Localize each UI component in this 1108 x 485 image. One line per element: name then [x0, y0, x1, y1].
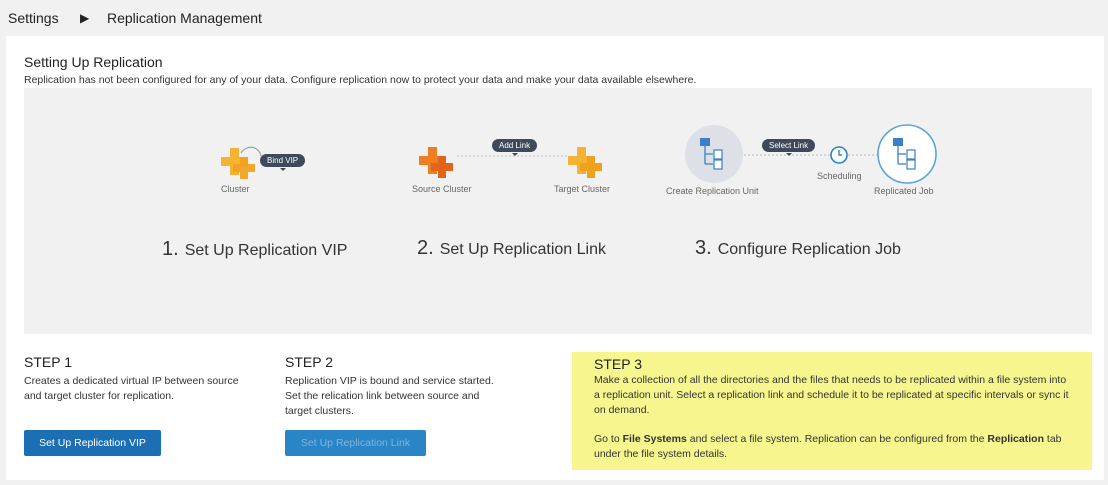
bind-vip-pill: Bind VIP [260, 154, 306, 171]
add-link-pill: Add Link [492, 139, 538, 156]
step1-heading: STEP 1 [24, 354, 72, 370]
replication-tab-ref: Replication [987, 433, 1044, 445]
breadcrumb-separator-icon: ▶ [80, 11, 90, 25]
set-up-replication-link-button: Set Up Replication Link [285, 430, 426, 456]
breadcrumb-current: Replication Management [107, 10, 262, 26]
step3-number: 3. [695, 237, 712, 259]
cluster-caption: Cluster [221, 184, 250, 194]
replication-unit-icon [685, 125, 743, 183]
step3-panel: STEP 3 Make a collection of all the dire… [572, 352, 1092, 470]
step3-diagram-label: 3. Configure Replication Job [695, 237, 901, 260]
source-cluster-icon [419, 147, 453, 178]
step3-note: Go to File Systems and select a file sys… [594, 432, 1074, 462]
step1-description: Creates a dedicated virtual IP between s… [24, 375, 239, 402]
set-up-replication-vip-button[interactable]: Set Up Replication VIP [24, 430, 161, 456]
step2-number: 2. [417, 237, 434, 259]
replicated-job-icon [877, 124, 937, 184]
breadcrumb: Settings ▶ Replication Management [0, 0, 1108, 36]
step2-diagram-text: Set Up Replication Link [439, 241, 606, 258]
job-link-line [744, 154, 884, 156]
source-cluster-caption: Source Cluster [412, 184, 472, 194]
select-link-pill: Select Link [762, 139, 816, 156]
step1-diagram-label: 1. Set Up Replication VIP [162, 238, 347, 261]
step3-note-prefix: Go to [594, 433, 623, 445]
replicated-job-caption: Replicated Job [874, 186, 934, 196]
target-cluster-caption: Target Cluster [554, 184, 611, 194]
step2-description: Replication VIP is bound and service sta… [285, 375, 494, 417]
step1-diagram-text: Set Up Replication VIP [184, 242, 348, 259]
replication-diagram: Bind VIP Cluster Add Link Source Cluster… [24, 88, 1092, 334]
page-subtitle: Replication has not been configured for … [24, 74, 697, 86]
page-title: Setting Up Replication [24, 54, 163, 70]
step3-description: Make a collection of all the directories… [594, 374, 1069, 416]
cluster-icon [221, 146, 262, 179]
target-cluster-icon [568, 147, 602, 178]
clock-icon [830, 146, 848, 164]
replication-unit-caption: Create Replication Unit [666, 186, 759, 196]
step1-number: 1. [162, 238, 179, 260]
breadcrumb-settings[interactable]: Settings [8, 10, 59, 26]
step2-heading: STEP 2 [285, 354, 333, 370]
step3-diagram-text: Configure Replication Job [717, 241, 901, 258]
step2-diagram-label: 2. Set Up Replication Link [417, 237, 606, 260]
scheduling-caption: Scheduling [817, 171, 862, 181]
step3-heading: STEP 3 [594, 356, 642, 372]
replication-card: Setting Up Replication Replication has n… [6, 36, 1104, 480]
step3-note-mid: and select a file system. Replication ca… [686, 433, 988, 445]
file-systems-link: File Systems [622, 433, 687, 445]
